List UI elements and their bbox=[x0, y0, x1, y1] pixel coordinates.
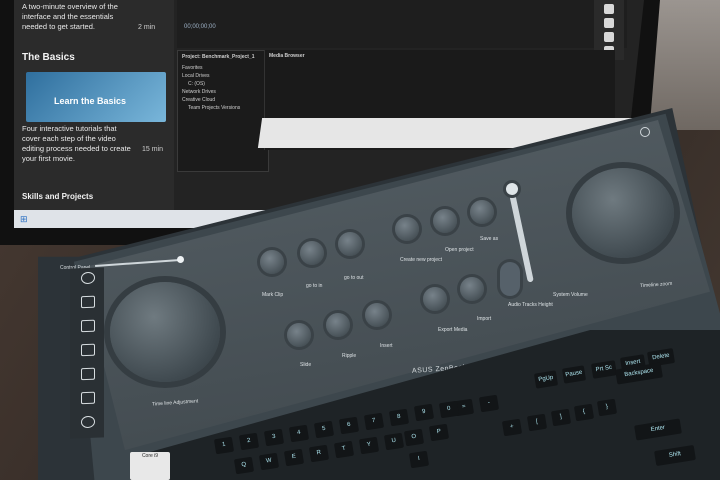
key-[interactable]: { bbox=[573, 403, 595, 422]
key-t[interactable]: T bbox=[333, 440, 355, 459]
key-r[interactable]: R bbox=[308, 444, 330, 463]
key-5[interactable]: 5 bbox=[313, 420, 335, 439]
key-shift[interactable]: Shift bbox=[654, 444, 696, 467]
key-3[interactable]: 3 bbox=[263, 428, 285, 447]
key-[interactable]: } bbox=[596, 398, 618, 417]
key-[interactable]: [ bbox=[526, 413, 548, 432]
key-9[interactable]: 9 bbox=[413, 403, 435, 422]
key-q[interactable]: Q bbox=[233, 456, 255, 475]
key-w[interactable]: W bbox=[258, 452, 280, 471]
key-[interactable]: + bbox=[501, 418, 523, 437]
key-[interactable]: ] bbox=[550, 408, 572, 427]
key-y[interactable]: Y bbox=[358, 436, 380, 455]
keyboard-keys: PgUp Pause Prt Sc Insert Delete Backspace Ente… bbox=[0, 0, 720, 480]
key-7[interactable]: 7 bbox=[363, 412, 385, 431]
key-prt-sc[interactable]: Prt Sc bbox=[590, 360, 618, 379]
key-8[interactable]: 8 bbox=[388, 408, 410, 427]
key-6[interactable]: 6 bbox=[338, 416, 360, 435]
key-u[interactable]: U bbox=[383, 432, 405, 451]
key-p[interactable]: P bbox=[428, 423, 450, 442]
key-4[interactable]: 4 bbox=[288, 424, 310, 443]
key-0[interactable]: 0 bbox=[438, 400, 460, 419]
key-enter[interactable]: Enter bbox=[634, 418, 682, 441]
key-pgup[interactable]: PgUp bbox=[533, 370, 559, 389]
key-1[interactable]: 1 bbox=[213, 436, 235, 455]
key-o[interactable]: O bbox=[403, 428, 425, 447]
key-e[interactable]: E bbox=[283, 448, 305, 467]
key-2[interactable]: 2 bbox=[238, 432, 260, 451]
key-pause[interactable]: Pause bbox=[561, 365, 587, 384]
key-[interactable]: - bbox=[478, 394, 500, 413]
cpu-sticker: Core i9 bbox=[130, 452, 170, 480]
key-i[interactable]: I bbox=[408, 450, 430, 469]
